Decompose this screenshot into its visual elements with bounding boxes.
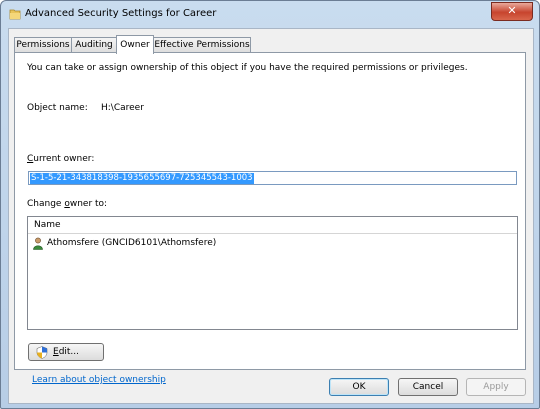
edit-label-rest: dit...: [58, 347, 80, 357]
current-owner-value[interactable]: S-1-5-21-343818398-1935655697-725345543-…: [30, 173, 254, 184]
ok-button[interactable]: OK: [329, 378, 389, 396]
user-icon: [33, 237, 43, 250]
security-settings-window: Advanced Security Settings for Career ✕ …: [0, 0, 540, 409]
change-owner-list[interactable]: Name Athomsfere (GNCID6101\Athomsfere): [27, 216, 518, 330]
change-owner-label-pre: Change: [27, 199, 65, 209]
change-owner-label: Change owner to:: [27, 199, 107, 209]
edit-button[interactable]: Edit...: [28, 343, 104, 361]
tab-effective-permissions[interactable]: Effective Permissions: [153, 37, 251, 52]
tab-owner[interactable]: Owner: [116, 35, 154, 54]
object-name-value: H:\Career: [101, 103, 144, 113]
object-name-label: Object name:: [27, 103, 88, 113]
list-item[interactable]: Athomsfere (GNCID6101\Athomsfere): [32, 237, 512, 251]
list-header: Name: [28, 217, 517, 234]
apply-button[interactable]: Apply: [466, 378, 526, 396]
change-owner-label-rest: wner to:: [69, 199, 108, 209]
tab-permissions[interactable]: Permissions: [14, 37, 72, 52]
current-owner-label: Current owner:: [27, 154, 94, 164]
tab-auditing[interactable]: Auditing: [71, 37, 117, 52]
intro-text: You can take or assign ownership of this…: [27, 63, 468, 73]
edit-button-label: Edit...: [53, 347, 79, 357]
title-bar[interactable]: Advanced Security Settings for Career ✕: [1, 1, 539, 29]
shield-icon: [36, 346, 48, 359]
column-header-name[interactable]: Name: [34, 220, 61, 230]
folder-icon: [9, 9, 21, 20]
owner-name: Athomsfere (GNCID6101\Athomsfere): [47, 238, 217, 248]
current-owner-field[interactable]: S-1-5-21-343818398-1935655697-725345543-…: [28, 171, 517, 185]
learn-ownership-link[interactable]: Learn about object ownership: [32, 375, 166, 385]
window-title: Advanced Security Settings for Career: [25, 8, 217, 19]
current-owner-label-rest: urrent owner:: [33, 154, 95, 164]
owner-tab-panel: You can take or assign ownership of this…: [14, 52, 526, 385]
cancel-button[interactable]: Cancel: [398, 378, 458, 396]
close-button[interactable]: ✕: [491, 2, 533, 21]
dialog-body: Permissions Auditing Owner Effective Per…: [8, 28, 534, 404]
